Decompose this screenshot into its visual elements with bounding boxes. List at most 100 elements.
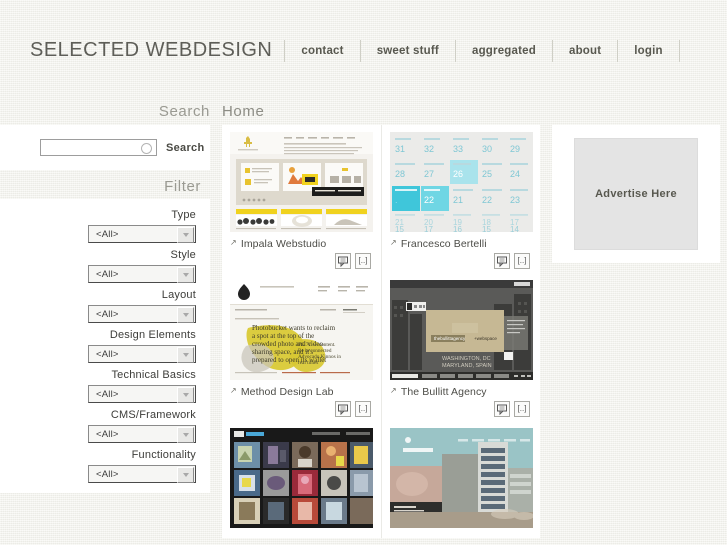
svg-text:MARYLAND, SPAIN: MARYLAND, SPAIN [442, 363, 492, 369]
gallery-card-title[interactable]: ↗ Impala Webstudio [230, 238, 373, 250]
gallery-row: Photobucket wants to reclaim a spot at t… [222, 273, 540, 421]
nav-aggregated[interactable]: aggregated [456, 45, 552, 57]
filter-label-type: Type [171, 209, 196, 221]
svg-text:WASHINGTON, DC: WASHINGTON, DC [442, 356, 491, 362]
comment-icon[interactable] [494, 401, 510, 417]
gallery-card-title[interactable]: ↗ Francesco Bertelli [390, 238, 532, 250]
svg-text:24: 24 [510, 169, 520, 179]
filter-select-style[interactable]: <All> [88, 265, 196, 283]
chevron-down-icon[interactable] [177, 387, 194, 403]
chevron-down-icon[interactable] [177, 427, 194, 443]
filter-select-layout[interactable]: <All> [88, 305, 196, 323]
svg-text:22: 22 [424, 195, 434, 205]
svg-text:21: 21 [453, 195, 463, 205]
filter-label-style: Style [170, 249, 196, 261]
svg-text:33: 33 [453, 144, 463, 154]
comment-icon[interactable] [335, 401, 351, 417]
gallery-card-building[interactable] [381, 421, 540, 538]
filter-label-layout: Layout [161, 289, 196, 301]
gallery-row: ↗ Impala Webstudio [..] 31 32 33 30 29 2… [222, 125, 540, 273]
details-icon[interactable]: [..] [514, 253, 530, 269]
filter-select-type[interactable]: <All> [88, 225, 196, 243]
nav-login[interactable]: login [618, 45, 678, 57]
gallery-card-title[interactable]: ↗ The Bullitt Agency [390, 386, 532, 398]
comment-icon[interactable] [494, 253, 510, 269]
magnifier-circle-icon[interactable] [141, 143, 152, 154]
sidebar: Search Filter Type <All> Style <All> Lay… [0, 125, 210, 493]
gallery-card-dark-grid[interactable] [222, 421, 381, 538]
svg-text:15: 15 [395, 225, 404, 232]
search-button[interactable]: Search [166, 142, 205, 154]
thumbnail-bertelli[interactable]: 31 32 33 30 29 28 27 26 25 24 . 22 21 22… [390, 132, 533, 232]
search-input[interactable] [44, 140, 140, 157]
external-link-arrow-icon: ↗ [230, 238, 237, 247]
filter-value-design-elements: <All> [96, 348, 119, 360]
thumbnail-method[interactable]: Photobucket wants to reclaim a spot at t… [230, 280, 373, 380]
gallery-card-title-text: Impala Webstudio [240, 238, 327, 250]
nav-about[interactable]: about [553, 45, 617, 57]
gallery-grid: ↗ Impala Webstudio [..] 31 32 33 30 29 2… [222, 125, 540, 538]
svg-text:28: 28 [395, 169, 405, 179]
nav-sweet-stuff[interactable]: sweet stuff [361, 45, 455, 57]
filter-select-functionality[interactable]: <All> [88, 465, 196, 483]
site-header: SELECTED WEBDESIGN contact sweet stuff a… [0, 0, 727, 100]
gallery-card-title[interactable]: ↗ Method Design Lab [230, 386, 373, 398]
gallery-card-title-text: Method Design Lab [240, 386, 334, 398]
details-glyph: [..] [358, 256, 368, 265]
filter-select-cms-framework[interactable]: <All> [88, 425, 196, 443]
svg-text:thebullittagency: thebullittagency [434, 336, 466, 341]
chevron-down-icon[interactable] [177, 347, 194, 363]
gallery-card-bullitt[interactable]: thebullittagency +webspace WASHINGTON, D… [381, 273, 540, 421]
svg-text:16: 16 [453, 225, 462, 232]
gallery-card-impala[interactable]: ↗ Impala Webstudio [..] [222, 125, 381, 273]
svg-text:31: 31 [395, 144, 405, 154]
details-icon[interactable]: [..] [355, 401, 371, 417]
gallery-card-method[interactable]: Photobucket wants to reclaim a spot at t… [222, 273, 381, 421]
gallery-card-title-text: The Bullitt Agency [400, 386, 487, 398]
svg-text:29: 29 [510, 144, 520, 154]
advertise-here-box[interactable]: Advertise Here [574, 138, 698, 250]
gallery-card-bertelli[interactable]: 31 32 33 30 29 28 27 26 25 24 . 22 21 22… [381, 125, 540, 273]
details-icon[interactable]: [..] [514, 401, 530, 417]
filter-select-technical-basics[interactable]: <All> [88, 385, 196, 403]
details-icon[interactable]: [..] [355, 253, 371, 269]
filter-group-type: Type <All> [0, 203, 210, 243]
thumbnail-bullitt[interactable]: thebullittagency +webspace WASHINGTON, D… [390, 280, 533, 380]
card-actions: [..] [390, 253, 532, 269]
card-actions: [..] [230, 253, 373, 269]
filter-value-layout: <All> [96, 308, 119, 320]
nav-contact[interactable]: contact [285, 45, 359, 57]
thumbnail-dark-grid[interactable] [230, 428, 373, 528]
site-brand[interactable]: SELECTED WEBDESIGN [30, 39, 284, 62]
details-glyph: [..] [358, 404, 368, 413]
external-link-arrow-icon: ↗ [230, 386, 237, 395]
chevron-down-icon[interactable] [177, 267, 194, 283]
svg-text:22: 22 [482, 195, 492, 205]
filter-value-functionality: <All> [96, 468, 119, 480]
filter-label-technical-basics: Technical Basics [111, 369, 196, 381]
page-root: SELECTED WEBDESIGN contact sweet stuff a… [0, 0, 727, 545]
svg-text:23: 23 [510, 195, 520, 205]
chevron-down-icon[interactable] [177, 467, 194, 483]
filter-label-cms-framework: CMS/Framework [110, 409, 196, 421]
svg-text:real times: real times [298, 360, 318, 366]
thumbnail-building[interactable] [390, 428, 533, 528]
details-glyph: [..] [517, 404, 527, 413]
search-box[interactable] [40, 139, 157, 157]
filter-group-style: Style <All> [0, 243, 210, 283]
filter-group-layout: Layout <All> [0, 283, 210, 323]
filter-select-design-elements[interactable]: <All> [88, 345, 196, 363]
filter-group-cms-framework: CMS/Framework <All> [0, 403, 210, 443]
svg-text:25: 25 [482, 169, 492, 179]
thumbnail-impala[interactable] [230, 132, 373, 232]
page-title: Home [222, 103, 265, 120]
filter-panel: Type <All> Style <All> Layout <All> Desi… [0, 199, 210, 493]
details-glyph: [..] [517, 256, 527, 265]
chevron-down-icon[interactable] [177, 307, 194, 323]
filter-value-style: <All> [96, 268, 119, 280]
comment-icon[interactable] [335, 253, 351, 269]
gallery-card-title-text: Francesco Bertelli [400, 238, 487, 250]
chevron-down-icon[interactable] [177, 227, 194, 243]
nav-divider [678, 40, 680, 62]
svg-text:14: 14 [510, 225, 519, 232]
